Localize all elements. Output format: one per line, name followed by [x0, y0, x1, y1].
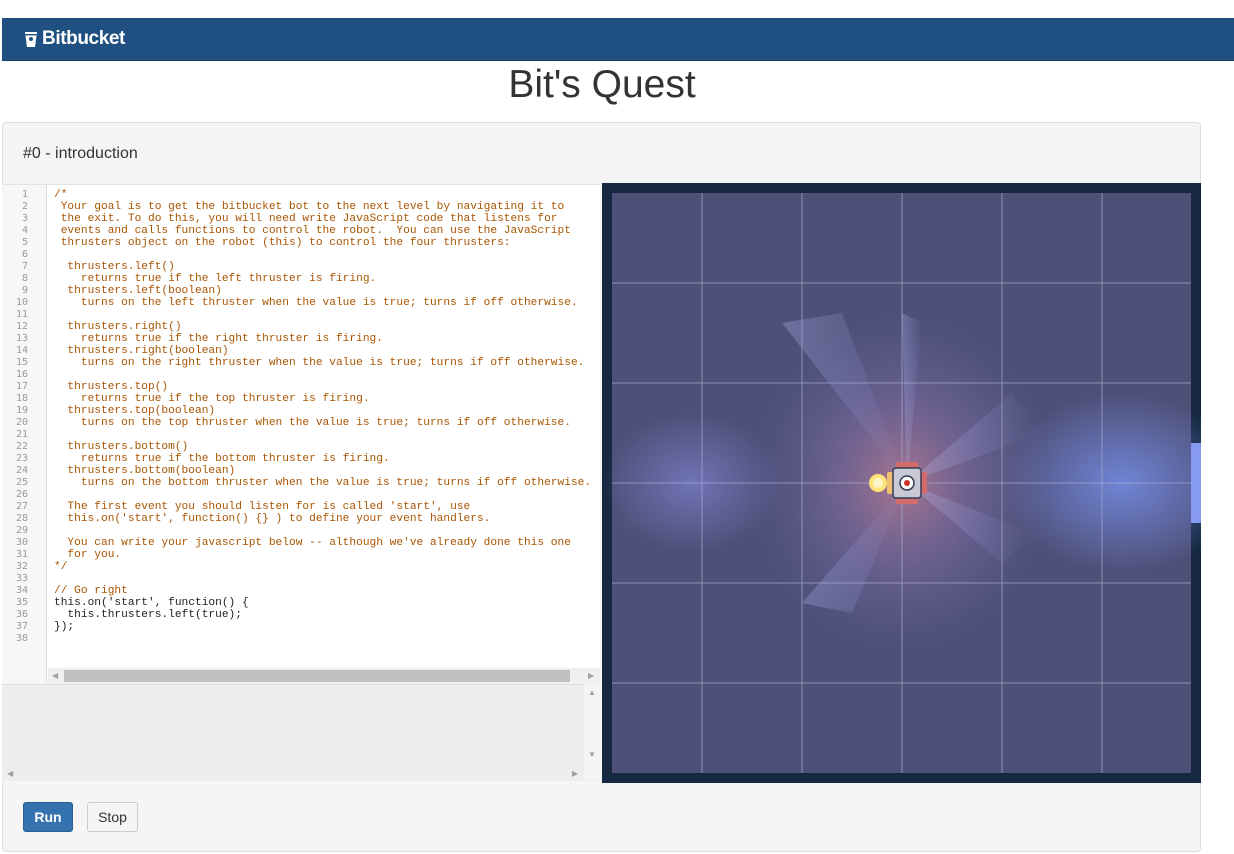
console-output[interactable]: ◀ ▶	[2, 684, 600, 781]
editor-horizontal-scrollbar[interactable]: ◀ ▶	[48, 668, 600, 684]
level-exit	[1191, 443, 1201, 523]
line-number: 21	[15, 429, 28, 440]
code-line: You can write your javascript below -- a…	[54, 537, 571, 549]
code-line: thrusters object on the robot (this) to …	[54, 237, 511, 249]
code-editor[interactable]: 1 2 3 4 5 6 7 8 9 10 11 12 13 14 15 16 17 18 19 20 21 22 23 24 2…	[2, 184, 600, 683]
line-number: 14	[15, 345, 28, 356]
code-line: returns true if the top thruster is firi…	[54, 393, 370, 405]
line-number: 20	[15, 417, 28, 428]
code-line: returns true if the left thruster is fir…	[54, 273, 377, 285]
code-line: Your goal is to get the bitbucket bot to…	[54, 201, 565, 213]
code-line: thrusters.left()	[54, 261, 175, 273]
scroll-right-icon[interactable]: ▶	[588, 671, 594, 680]
line-number: 13	[15, 333, 28, 344]
code-line: turns on the bottom thruster when the va…	[54, 477, 592, 489]
code-line: thrusters.bottom(boolean)	[54, 465, 236, 477]
level-title: #0 - introduction	[23, 145, 138, 162]
line-number: 30	[15, 537, 28, 548]
line-number: 36	[15, 609, 28, 620]
code-line: thrusters.right(boolean)	[54, 345, 229, 357]
page-title: Bit's Quest	[508, 63, 696, 106]
scrollbar-thumb[interactable]	[64, 670, 570, 682]
code-line: thrusters.top()	[54, 381, 169, 393]
code-line: this.on('start', function() {} ) to defi…	[54, 513, 491, 525]
line-number: 23	[15, 453, 28, 464]
code-line: });	[54, 621, 75, 633]
line-number: 2	[21, 201, 28, 212]
console-scroll-left-icon[interactable]: ◀	[7, 769, 13, 778]
line-number: 10	[15, 297, 28, 308]
brand-name: Bitbucket	[42, 28, 125, 49]
line-number: 11	[15, 309, 28, 320]
line-number: 19	[15, 405, 28, 416]
code-line: thrusters.left(boolean)	[54, 285, 222, 297]
top-navbar: Bitbucket	[2, 18, 1234, 61]
line-number: 8	[21, 273, 28, 284]
code-line: // Go right	[54, 585, 128, 597]
line-number: 37	[15, 621, 28, 632]
stop-button[interactable]: Stop	[87, 802, 138, 832]
bitbucket-bucket-icon	[25, 31, 37, 47]
code-line: this.on('start', function() {	[54, 597, 249, 609]
line-number: 32	[15, 561, 28, 572]
line-number: 7	[21, 261, 28, 272]
line-number: 22	[15, 441, 28, 452]
code-line: turns on the top thruster when the value…	[54, 417, 571, 429]
line-number: 6	[21, 249, 28, 260]
line-number: 35	[15, 597, 28, 608]
code-line: returns true if the bottom thruster is f…	[54, 453, 390, 465]
code-line: thrusters.right()	[54, 321, 182, 333]
line-number: 12	[15, 321, 28, 332]
line-number: 17	[15, 381, 28, 392]
code-line: */	[54, 561, 68, 573]
code-line: turns on the left thruster when the valu…	[54, 297, 578, 309]
code-line: turns on the right thruster when the val…	[54, 357, 585, 369]
game-scene	[602, 193, 1201, 773]
line-number: 27	[15, 501, 28, 512]
code-line: the exit. To do this, you will need writ…	[54, 213, 558, 225]
code-line: thrusters.top(boolean)	[54, 405, 216, 417]
line-number: 33	[15, 573, 28, 584]
code-line: this.thrusters.left(true);	[54, 609, 242, 621]
line-number: 28	[15, 513, 28, 524]
line-number: 4	[21, 225, 28, 236]
code-line: events and calls functions to control th…	[54, 225, 571, 237]
console-scroll-up-icon[interactable]: ▲	[588, 688, 596, 697]
bitbucket-logo[interactable]: Bitbucket	[24, 28, 125, 50]
code-line: The first event you should listen for is…	[54, 501, 471, 513]
line-number: 24	[15, 465, 28, 476]
run-button[interactable]: Run	[23, 802, 73, 832]
code-line: returns true if the right thruster is fi…	[54, 333, 383, 345]
game-canvas	[602, 183, 1201, 783]
line-number: 29	[15, 525, 28, 536]
line-number: 1	[21, 189, 28, 200]
code-line: /*	[54, 189, 68, 201]
line-number-gutter: 1 2 3 4 5 6 7 8 9 10 11 12 13 14 15 16 17 18 19 20 21 22 23 24 2…	[2, 185, 47, 683]
line-number: 18	[15, 393, 28, 404]
line-number: 9	[21, 285, 28, 296]
line-number: 3	[21, 213, 28, 224]
line-number: 26	[15, 489, 28, 500]
console-scroll-right-icon[interactable]: ▶	[572, 769, 578, 778]
line-number: 34	[15, 585, 28, 596]
line-number: 16	[15, 369, 28, 380]
line-number: 31	[15, 549, 28, 560]
code-line: thrusters.bottom()	[54, 441, 189, 453]
console-scroll-down-icon[interactable]: ▼	[588, 750, 596, 759]
console-vertical-scrollbar[interactable]: ▲ ▼	[584, 684, 600, 780]
line-number: 25	[15, 477, 28, 488]
line-number: 5	[21, 237, 28, 248]
line-number: 15	[15, 357, 28, 368]
line-number: 38	[15, 633, 28, 644]
scroll-left-icon[interactable]: ◀	[52, 671, 58, 680]
code-line: for you.	[54, 549, 122, 561]
